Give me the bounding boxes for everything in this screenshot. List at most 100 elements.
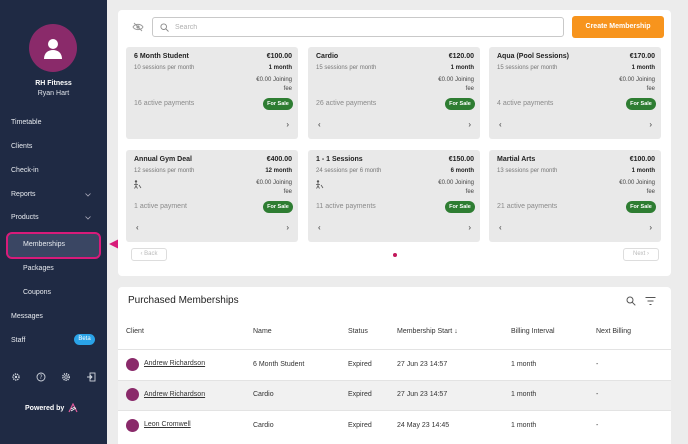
- col-status[interactable]: Status: [348, 328, 368, 335]
- nav-clients[interactable]: Clients: [11, 143, 32, 150]
- card-name: Aqua (Pool Sessions): [497, 53, 569, 60]
- logout-icon[interactable]: [86, 372, 96, 382]
- membership-card[interactable]: 1 - 1 Sessions €150.00 24 sessions per 6…: [308, 150, 480, 242]
- sidebar: RH Fitness Ryan Hart Timetable Clients C…: [0, 0, 107, 444]
- cell-start: 27 Jun 23 14:57: [397, 361, 448, 368]
- status-badge: For Sale: [626, 201, 656, 213]
- col-client[interactable]: Client: [126, 328, 144, 335]
- chevron-down-icon[interactable]: [85, 215, 91, 221]
- membership-card[interactable]: Aqua (Pool Sessions) €170.00 15 sessions…: [489, 47, 661, 139]
- powered-by-label: Powered by: [25, 404, 65, 412]
- visibility-off-icon[interactable]: [132, 21, 144, 33]
- chevron-left-icon[interactable]: ‹: [499, 120, 502, 129]
- card-sessions: 24 sessions per 6 month: [316, 168, 382, 174]
- col-membership-start[interactable]: Membership Start ↓: [397, 328, 458, 335]
- nav-packages[interactable]: Packages: [23, 265, 54, 272]
- search-box[interactable]: [152, 17, 564, 37]
- card-name: Annual Gym Deal: [134, 156, 192, 163]
- pagination-dot[interactable]: [393, 253, 397, 257]
- chevron-right-icon[interactable]: ›: [649, 223, 652, 232]
- nav-memberships[interactable]: Memberships: [23, 241, 65, 248]
- nav-reports[interactable]: Reports: [11, 191, 36, 198]
- filter-icon[interactable]: [645, 296, 656, 306]
- col-name[interactable]: Name: [253, 328, 272, 335]
- card-sessions: 15 sessions per month: [497, 65, 558, 71]
- card-fee-line: fee: [465, 86, 474, 92]
- chevron-left-icon[interactable]: ‹: [499, 223, 502, 232]
- section-title: Purchased Memberships: [128, 295, 239, 306]
- user-name: Ryan Hart: [37, 90, 70, 97]
- card-fee: €0.00 Joining fee: [438, 76, 474, 94]
- cell-status: Expired: [348, 361, 372, 368]
- cell-interval: 1 month: [511, 391, 537, 398]
- nav-coupons[interactable]: Coupons: [23, 289, 51, 296]
- cell-interval: 1 month: [511, 422, 537, 429]
- chevron-right-icon[interactable]: ›: [649, 120, 652, 129]
- card-duration: 1 month: [450, 65, 474, 71]
- user-icon: [44, 39, 62, 59]
- nav-checkin[interactable]: Check-in: [11, 167, 39, 174]
- card-fee-line: €0.00 Joining: [256, 180, 292, 186]
- gear-icon[interactable]: [61, 372, 71, 382]
- card-payments: 21 active payments: [497, 203, 558, 210]
- client-link[interactable]: Leon Cromwell: [144, 421, 191, 428]
- card-fee: €0.00 Joining fee: [256, 76, 292, 94]
- cell-start: 24 May 23 14:45: [397, 422, 450, 429]
- card-name: Martial Arts: [497, 156, 536, 163]
- card-name: 1 - 1 Sessions: [316, 156, 363, 163]
- cell-next-billing: -: [596, 422, 599, 429]
- col-billing-interval[interactable]: Billing Interval: [511, 328, 555, 335]
- chevron-left-icon[interactable]: ‹: [318, 120, 321, 129]
- card-fee-line: fee: [283, 189, 292, 195]
- help-icon[interactable]: ?: [36, 372, 46, 382]
- card-fee-line: €0.00 Joining: [256, 77, 292, 83]
- search-icon[interactable]: [626, 296, 636, 306]
- chevron-right-icon[interactable]: ›: [468, 120, 471, 129]
- cell-name: Cardio: [253, 422, 274, 429]
- card-sessions: 15 sessions per month: [316, 65, 377, 71]
- nav-staff[interactable]: Staff: [11, 337, 25, 344]
- avatar: [126, 419, 139, 432]
- card-price: €100.00: [266, 53, 292, 60]
- nav-products[interactable]: Products: [11, 214, 39, 221]
- client-link[interactable]: Andrew Richardson: [144, 391, 205, 398]
- membership-card[interactable]: Annual Gym Deal €400.00 12 sessions per …: [126, 150, 298, 242]
- chevron-right-icon[interactable]: ›: [286, 120, 289, 129]
- cell-name: 6 Month Student: [253, 361, 305, 368]
- next-button[interactable]: Next ›: [623, 248, 659, 261]
- card-duration: 1 month: [268, 65, 292, 71]
- card-price: €400.00: [266, 156, 292, 163]
- search-icon: [160, 23, 169, 32]
- search-input[interactable]: [175, 21, 555, 34]
- card-fee: €0.00 Joining fee: [619, 76, 655, 94]
- card-duration: 12 month: [265, 168, 292, 174]
- status-badge: For Sale: [445, 201, 475, 213]
- membership-card[interactable]: Cardio €120.00 15 sessions per month 1 m…: [308, 47, 480, 139]
- next-arrow-icon: ›: [645, 251, 649, 257]
- client-link[interactable]: Andrew Richardson: [144, 360, 205, 367]
- chevron-left-icon[interactable]: ‹: [136, 223, 139, 232]
- nav-timetable[interactable]: Timetable: [11, 119, 41, 126]
- card-sessions: 10 sessions per month: [134, 65, 195, 71]
- chevron-right-icon[interactable]: ›: [468, 223, 471, 232]
- status-badge: For Sale: [263, 201, 293, 213]
- card-fee-line: fee: [646, 86, 655, 92]
- nav-messages[interactable]: Messages: [11, 313, 43, 320]
- card-price: €150.00: [448, 156, 474, 163]
- back-button[interactable]: ‹ Back: [131, 248, 167, 261]
- card-payments: 26 active payments: [316, 100, 377, 107]
- chevron-right-icon[interactable]: ›: [286, 223, 289, 232]
- chevron-down-icon[interactable]: [85, 192, 91, 198]
- membership-card[interactable]: 6 Month Student €100.00 10 sessions per …: [126, 47, 298, 139]
- avatar[interactable]: [29, 24, 77, 72]
- create-membership-button[interactable]: Create Membership: [572, 16, 664, 38]
- status-badge: For Sale: [263, 98, 293, 110]
- card-price: €170.00: [629, 53, 655, 60]
- col-next-billing[interactable]: Next Billing: [596, 328, 631, 335]
- divider: [118, 410, 671, 411]
- chevron-left-icon[interactable]: ‹: [318, 223, 321, 232]
- card-fee: €0.00 Joining fee: [438, 179, 474, 197]
- settings-icon[interactable]: [11, 372, 21, 382]
- membership-card[interactable]: Martial Arts €100.00 13 sessions per mon…: [489, 150, 661, 242]
- org-name: RH Fitness: [35, 80, 72, 87]
